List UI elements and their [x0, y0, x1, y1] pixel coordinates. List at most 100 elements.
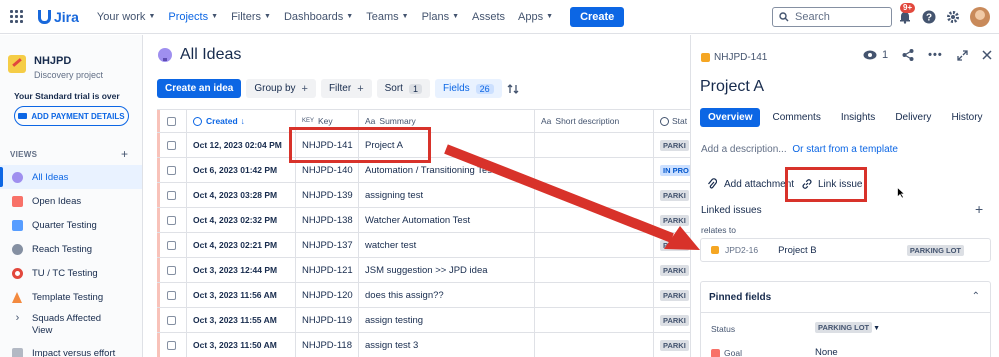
filter-button[interactable]: Filter + [320, 79, 372, 98]
sidebar-item-quarter-testing[interactable]: Quarter Testing [0, 213, 142, 237]
add-attachment-button[interactable]: Add attachment [707, 174, 794, 194]
nav-dashboards[interactable]: Dashboards ▼ [284, 11, 353, 23]
sidebar-item-open-ideas[interactable]: Open Ideas [0, 189, 142, 213]
sidebar-item-impact-versus-effort[interactable]: Impact versus effort [0, 341, 142, 357]
key-cell[interactable]: NHJPD-138 [296, 208, 359, 232]
auto-sort-icon[interactable] [507, 82, 521, 96]
status-cell[interactable]: PARKI [654, 133, 690, 157]
tab-insights[interactable]: Insights [833, 108, 883, 127]
summary-cell[interactable]: watcher test [359, 233, 535, 257]
tab-delivery[interactable]: Delivery [887, 108, 939, 127]
sidebar-item-squads-affected-view[interactable]: › Squads Affected View [0, 309, 142, 341]
close-icon[interactable] [982, 50, 992, 60]
description-cell[interactable] [535, 133, 654, 157]
share-icon[interactable] [902, 49, 914, 61]
description-cell[interactable] [535, 308, 654, 332]
nav-plans[interactable]: Plans ▼ [422, 11, 459, 23]
table-row[interactable]: Oct 3, 2023 11:50 AM NHJPD-118 assign test… [157, 333, 690, 357]
status-cell[interactable]: PARKI [654, 308, 690, 332]
add-view-icon[interactable]: + [121, 147, 128, 161]
description-cell[interactable] [535, 258, 654, 282]
fields-button[interactable]: Fields 26 [434, 79, 502, 98]
idea-title[interactable]: Project A [700, 78, 764, 96]
sidebar-item-reach-testing[interactable]: Reach Testing [0, 237, 142, 261]
status-cell[interactable]: IN PRO [654, 158, 690, 182]
column-created[interactable]: Created ↓ [187, 110, 296, 132]
summary-cell[interactable]: Watcher Automation Test [359, 208, 535, 232]
add-payment-button[interactable]: ADD PAYMENT DETAILS [14, 106, 129, 126]
summary-cell[interactable]: does this assign?? [359, 283, 535, 307]
table-row[interactable]: Oct 3, 2023 11:55 AM NHJPD-119 assign test… [157, 308, 690, 333]
sidebar-item-all-ideas[interactable]: All Ideas [0, 165, 142, 189]
status-cell[interactable]: PARKI [654, 183, 690, 207]
group-by-button[interactable]: Group by + [246, 79, 316, 98]
key-cell[interactable]: NHJPD-137 [296, 233, 359, 257]
status-cell[interactable]: PARKI [654, 208, 690, 232]
watch-button[interactable]: 1 [863, 49, 888, 61]
row-checkbox[interactable] [157, 283, 187, 307]
table-row[interactable]: Oct 4, 2023 02:21 PM NHJPD-137 watcher tes… [157, 233, 690, 258]
table-row[interactable]: Oct 3, 2023 11:56 AM NHJPD-120 does this a… [157, 283, 690, 308]
tab-history[interactable]: History [943, 108, 990, 127]
key-cell[interactable]: NHJPD-120 [296, 283, 359, 307]
description-cell[interactable] [535, 183, 654, 207]
key-cell[interactable]: NHJPD-119 [296, 308, 359, 332]
description-cell[interactable] [535, 333, 654, 357]
key-cell[interactable]: NHJPD-121 [296, 258, 359, 282]
nav-filters[interactable]: Filters ▼ [231, 11, 271, 23]
nav-teams[interactable]: Teams ▼ [366, 11, 408, 23]
description-cell[interactable] [535, 233, 654, 257]
help-icon[interactable]: ? [922, 10, 936, 24]
status-cell[interactable]: PARKI [654, 258, 690, 282]
key-cell[interactable]: NHJPD-139 [296, 183, 359, 207]
linked-issue-row[interactable]: JPD2-16 Project B PARKING LOT [700, 238, 991, 262]
jira-logo[interactable]: Jira [36, 9, 79, 25]
column-status[interactable]: Stat [654, 110, 690, 132]
more-actions-icon[interactable]: ••• [928, 49, 943, 61]
table-row[interactable]: Oct 3, 2023 12:44 PM NHJPD-121 JSM suggest… [157, 258, 690, 283]
status-dropdown[interactable]: PARKING LOT ▼ [815, 322, 880, 333]
row-checkbox[interactable] [157, 158, 187, 182]
nav-your-work[interactable]: Your work ▼ [97, 11, 155, 23]
sidebar-item-template-testing[interactable]: Template Testing [0, 285, 142, 309]
table-row[interactable]: Oct 4, 2023 03:28 PM NHJPD-139 assigning t… [157, 183, 690, 208]
status-cell[interactable]: PARKI [654, 233, 690, 257]
nav-apps[interactable]: Apps ▼ [518, 11, 553, 23]
chevron-up-icon[interactable]: ⌃ [972, 291, 980, 302]
tab-comments[interactable]: Comments [764, 108, 828, 127]
project-header[interactable]: NHJPD Discovery project [8, 55, 103, 80]
description-cell[interactable] [535, 158, 654, 182]
description-cell[interactable] [535, 208, 654, 232]
summary-cell[interactable]: assigning test [359, 183, 535, 207]
row-checkbox[interactable] [157, 333, 187, 357]
nav-assets[interactable]: Assets [472, 11, 505, 23]
row-checkbox[interactable] [157, 208, 187, 232]
summary-cell[interactable]: assign testing [359, 308, 535, 332]
create-button[interactable]: Create [570, 6, 625, 27]
column-short-description[interactable]: Aa Short description [535, 110, 654, 132]
gear-icon[interactable] [946, 10, 960, 24]
search-input[interactable]: Search [772, 7, 892, 27]
sort-button[interactable]: Sort 1 [376, 79, 430, 98]
avatar[interactable] [970, 7, 990, 27]
create-idea-button[interactable]: Create an idea [157, 79, 242, 98]
pinned-fields-heading[interactable]: Pinned fields [709, 292, 771, 303]
nav-projects[interactable]: Projects ▼ [168, 11, 218, 23]
table-row[interactable]: Oct 4, 2023 02:32 PM NHJPD-138 Watcher Aut… [157, 208, 690, 233]
description-cell[interactable] [535, 283, 654, 307]
summary-cell[interactable]: assign test 3 [359, 333, 535, 357]
row-checkbox[interactable] [157, 233, 187, 257]
row-checkbox[interactable] [157, 308, 187, 332]
issue-key-link[interactable]: NHJPD-141 [701, 52, 767, 63]
add-linked-issue-icon[interactable]: + [975, 201, 983, 217]
summary-cell[interactable]: JSM suggestion >> JPD idea [359, 258, 535, 282]
row-checkbox[interactable] [157, 258, 187, 282]
status-cell[interactable]: PARKI [654, 333, 690, 357]
status-cell[interactable]: PARKI [654, 283, 690, 307]
tab-overview[interactable]: Overview [700, 108, 761, 127]
sidebar-item-tu-tc-testing[interactable]: TU / TC Testing [0, 261, 142, 285]
goal-value[interactable]: None [815, 347, 838, 357]
expand-icon[interactable] [957, 49, 968, 61]
row-checkbox[interactable] [157, 183, 187, 207]
template-link[interactable]: Or start from a template [792, 144, 898, 155]
